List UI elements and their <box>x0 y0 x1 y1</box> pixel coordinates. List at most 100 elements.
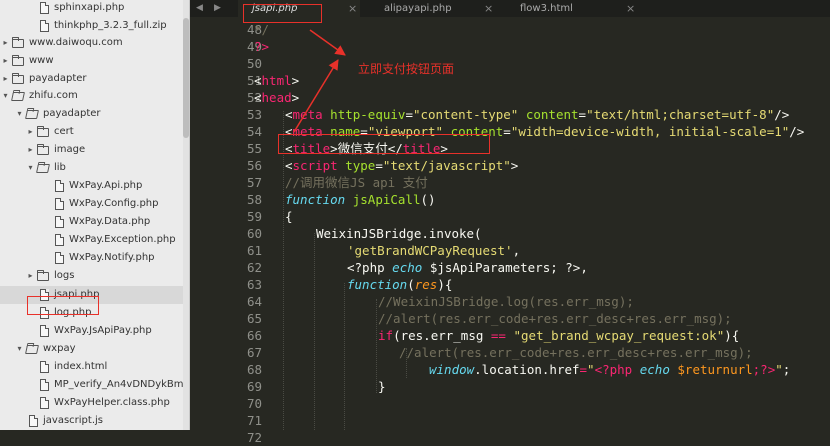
tree-folder[interactable]: ▸ image <box>0 141 189 159</box>
sidebar-scrollbar[interactable] <box>183 0 189 430</box>
expand-arrow-closed-icon[interactable]: ▸ <box>1 34 10 52</box>
folder-icon <box>37 126 49 137</box>
tree-item-label: lib <box>54 162 66 173</box>
code-line-66: if(res.err_msg == "get_brand_wcpay_reque… <box>378 328 740 343</box>
code-line-61: 'getBrandWCPayRequest', <box>347 243 521 258</box>
code-line-57: //调用微信JS api 支付 <box>285 175 428 190</box>
code-line-63: function(res){ <box>347 277 453 292</box>
annotation-label: 立即支付按钮页面 <box>358 62 455 76</box>
folder-icon <box>37 270 49 281</box>
tree-item-label: WxPayHelper.class.php <box>54 397 170 408</box>
code-line-51: <html> <box>254 73 300 88</box>
folder-open-icon <box>25 345 39 354</box>
expand-arrow-closed-icon[interactable]: ▸ <box>26 123 35 141</box>
code-line-48: */ <box>254 22 270 37</box>
tree-item-label: wxpay <box>43 343 76 354</box>
tree-item-label: WxPay.Data.php <box>69 216 151 227</box>
tab-next-icon[interactable]: ▶ <box>214 0 221 17</box>
code-line-58: function jsApiCall() <box>285 192 436 207</box>
tree-item-label: logs <box>54 270 75 281</box>
file-icon <box>40 379 49 391</box>
tree-item-label: www.daiwoqu.com <box>29 37 123 48</box>
code-editor[interactable]: */ ?> <html> <head> <meta http-equiv="co… <box>190 17 830 430</box>
tree-item-label: WxPay.Api.php <box>69 180 143 191</box>
tree-file[interactable]: WxPay.Api.php <box>0 177 189 195</box>
file-icon <box>40 20 49 32</box>
tab-alipayapi[interactable]: alipayapi.php × <box>370 0 496 17</box>
tree-file[interactable]: WxPayHelper.class.php <box>0 394 189 412</box>
folder-icon <box>12 37 24 48</box>
expand-arrow-closed-icon[interactable]: ▸ <box>1 52 10 70</box>
tree-folder[interactable]: ▸ www.daiwoqu.com <box>0 34 189 52</box>
tree-file[interactable]: WxPay.Config.php <box>0 195 189 213</box>
file-icon <box>40 361 49 373</box>
file-icon <box>55 216 64 228</box>
expand-arrow-closed-icon[interactable]: ▸ <box>1 70 10 88</box>
tree-folder[interactable]: ▾ lib <box>0 159 189 177</box>
annotation-box-selected-file <box>27 296 99 315</box>
tab-label: flow3.html <box>520 3 573 14</box>
expand-arrow-closed-icon[interactable]: ▸ <box>26 141 35 159</box>
expand-arrow-closed-icon[interactable]: ▸ <box>26 267 35 285</box>
tree-file[interactable]: MP_verify_An4vDNDykBmRPVxm.txt <box>0 376 190 394</box>
code-line-68: window.location.href="<?php echo $return… <box>429 362 791 377</box>
folder-open-icon <box>11 92 25 101</box>
file-icon <box>55 198 64 210</box>
expand-arrow-open-icon[interactable]: ▾ <box>15 105 24 123</box>
tab-label: alipayapi.php <box>384 3 452 14</box>
code-line-56: <script type="text/javascript"> <box>285 158 519 173</box>
tree-file[interactable]: WxPay.JsApiPay.php <box>0 322 189 340</box>
code-line-69: } <box>378 379 386 394</box>
expand-arrow-open-icon[interactable]: ▾ <box>1 87 10 105</box>
tree-item-label: MP_verify_An4vDNDykBmRPVxm.txt <box>54 379 190 390</box>
folder-icon <box>37 144 49 155</box>
tree-file[interactable]: thinkphp_3.2.3_full.zip <box>0 17 189 35</box>
tree-folder[interactable]: ▾ wxpay <box>0 340 189 358</box>
tree-folder[interactable]: ▸ www <box>0 52 189 70</box>
tree-file[interactable]: WxPay.Notify.php <box>0 249 189 267</box>
tree-folder[interactable]: ▸ payadapter <box>0 70 189 88</box>
tree-file[interactable]: WxPay.Data.php <box>0 213 189 231</box>
folder-icon <box>12 73 24 84</box>
tree-item-label: payadapter <box>43 108 101 119</box>
tree-folder[interactable]: ▾ zhifu.com <box>0 87 189 105</box>
file-icon <box>55 252 64 264</box>
expand-arrow-open-icon[interactable]: ▾ <box>26 159 35 177</box>
tree-item-label: WxPay.JsApiPay.php <box>54 325 152 336</box>
folder-icon <box>12 55 24 66</box>
tree-item-label: image <box>54 144 86 155</box>
code-line-64: //WeixinJSBridge.log(res.err_msg); <box>378 294 634 309</box>
expand-arrow-open-icon[interactable]: ▾ <box>15 340 24 358</box>
tab-flow3[interactable]: flow3.html × <box>506 0 638 17</box>
tree-item-label: sphinxapi.php <box>54 2 125 13</box>
tree-file[interactable]: WxPay.Exception.php <box>0 231 189 249</box>
tree-folder[interactable]: ▾ payadapter <box>0 105 189 123</box>
file-icon <box>29 415 38 427</box>
tree-file[interactable]: sphinxapi.php <box>0 0 189 17</box>
tab-close-icon[interactable]: × <box>348 0 357 17</box>
code-line-67: //alert(res.err_code+res.err_desc+res.er… <box>399 345 753 360</box>
tree-item-label: www <box>29 55 54 66</box>
tree-item-label: javascript.js <box>43 415 103 426</box>
tab-close-icon[interactable]: × <box>626 0 635 17</box>
tree-file[interactable]: javascript.js <box>0 412 189 430</box>
tree-item-label: WxPay.Exception.php <box>69 234 176 245</box>
line-number: 72 <box>246 430 262 445</box>
tree-folder[interactable]: ▸ cert <box>0 123 189 141</box>
tree-item-label: index.html <box>54 361 108 372</box>
code-line-62: <?php echo $jsApiParameters; ?>, <box>347 260 588 275</box>
sidebar-scroll-thumb[interactable] <box>183 18 189 138</box>
tree-folder[interactable]: ▸ logs <box>0 267 189 285</box>
tree-item-label: thinkphp_3.2.3_full.zip <box>54 20 167 31</box>
file-icon <box>55 234 64 246</box>
tab-close-icon[interactable]: × <box>484 0 493 17</box>
tab-prev-icon[interactable]: ◀ <box>196 0 203 17</box>
annotation-box-tab <box>243 4 322 23</box>
file-icon <box>55 180 64 192</box>
tree-item-label: payadapter <box>29 73 87 84</box>
code-line-53: <meta http-equiv="content-type" content=… <box>285 107 790 122</box>
file-icon <box>40 2 49 14</box>
tree-item-label: cert <box>54 126 74 137</box>
code-line-65: //alert(res.err_code+res.err_desc+res.er… <box>378 311 732 326</box>
tree-file[interactable]: index.html <box>0 358 189 376</box>
